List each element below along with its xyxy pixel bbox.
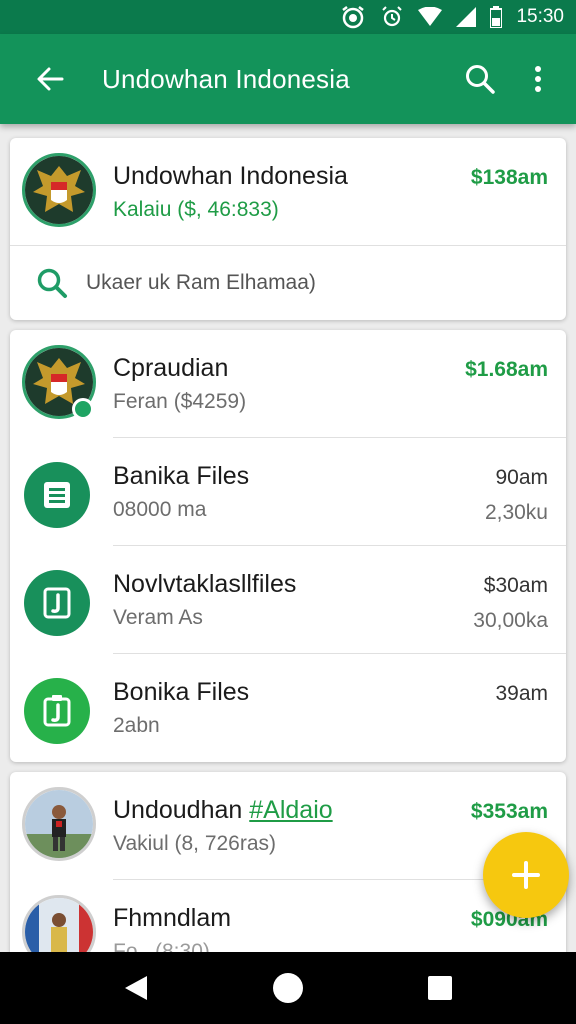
- search-input[interactable]: Ukaer uk Ram Elhamaa): [86, 271, 316, 295]
- search-icon: [32, 263, 72, 303]
- search-icon: [466, 65, 495, 94]
- item-sub: Feran ($4259): [113, 390, 247, 413]
- online-badge: [72, 398, 94, 420]
- item-time: 90am: [495, 466, 548, 489]
- status-bar: 15:30: [0, 0, 576, 34]
- group-header-row[interactable]: Undowhan Indonesia Kalaiu ($, 46:833) $1…: [10, 138, 566, 246]
- document-icon: [24, 462, 90, 528]
- hashtag-link[interactable]: #Aldaio: [249, 796, 332, 824]
- alarm-clock-icon: [340, 4, 366, 30]
- circle-home-icon: [273, 973, 303, 1003]
- more-vert-icon: [535, 66, 541, 92]
- item-name: Banika Files: [113, 462, 250, 490]
- item-time: $1.68am: [465, 358, 548, 381]
- system-nav-bar: [0, 952, 576, 1024]
- group-header-card: Undowhan Indonesia Kalaiu ($, 46:833) $1…: [10, 138, 566, 320]
- cell-signal-icon: [456, 7, 477, 27]
- nav-back-button[interactable]: [106, 958, 166, 1018]
- group-time: $138am: [470, 166, 548, 189]
- back-button[interactable]: [26, 55, 74, 103]
- square-recents-icon: [428, 976, 452, 1000]
- file-icon: [24, 570, 90, 636]
- item-name: Novlvtaklasllfiles: [113, 570, 297, 598]
- item-name-prefix: Undoudhan: [113, 796, 243, 824]
- garuda-emblem-icon: [25, 156, 93, 224]
- status-time: 15:30: [516, 6, 564, 27]
- item-sub: 08000 ma: [113, 498, 207, 521]
- item-name: Bonika Files: [113, 678, 250, 706]
- item-time: $353am: [470, 800, 548, 823]
- file-icon: [24, 678, 90, 744]
- list-item[interactable]: Banika Files 08000 ma 90am 2,30ku: [10, 438, 566, 546]
- search-button[interactable]: [456, 55, 504, 103]
- list-item[interactable]: Bonika Files 2abn 39am: [10, 654, 566, 762]
- item-name: Cpraudian: [113, 354, 229, 382]
- item-name: Undoudhan #Aldaio: [113, 796, 333, 825]
- group-avatar: [22, 153, 96, 227]
- item-name: Fhmndlam: [113, 904, 232, 932]
- item-size: 30,00ka: [473, 609, 548, 632]
- arrow-back-icon: [37, 67, 64, 91]
- files-card: Cpraudian Feran ($4259) $1.68am Banika F…: [10, 330, 566, 762]
- contact-avatar: [22, 787, 96, 861]
- person-photo-icon: [25, 790, 93, 858]
- more-options-button[interactable]: [514, 55, 562, 103]
- group-name: Undowhan Indonesia: [113, 162, 348, 190]
- item-sub: Vakiul (8, 726ras): [113, 832, 277, 855]
- item-time: 39am: [495, 682, 548, 705]
- app-bar: Undowhan Indonesia: [0, 34, 576, 124]
- list-item[interactable]: Undoudhan #Aldaio Vakiul (8, 726ras) $35…: [10, 772, 566, 880]
- list-item[interactable]: Cpraudian Feran ($4259) $1.68am: [10, 330, 566, 438]
- search-row[interactable]: Ukaer uk Ram Elhamaa): [10, 246, 566, 320]
- item-sub: 2abn: [113, 714, 160, 737]
- nav-recents-button[interactable]: [410, 958, 470, 1018]
- battery-icon: [490, 6, 503, 28]
- triangle-back-icon: [125, 976, 147, 1000]
- item-sub: Veram As: [113, 606, 203, 629]
- alarm-icon: [380, 5, 404, 29]
- wifi-icon: [418, 7, 443, 27]
- item-size: 2,30ku: [484, 501, 548, 524]
- add-fab-button[interactable]: [483, 832, 569, 918]
- page-title: Undowhan Indonesia: [102, 63, 350, 94]
- nav-home-button[interactable]: [258, 958, 318, 1018]
- plus-icon: [512, 861, 540, 889]
- item-time: $30am: [483, 574, 548, 597]
- list-item[interactable]: Novlvtaklasllfiles Veram As $30am 30,00k…: [10, 546, 566, 654]
- group-subtitle: Kalaiu ($, 46:833): [113, 198, 279, 221]
